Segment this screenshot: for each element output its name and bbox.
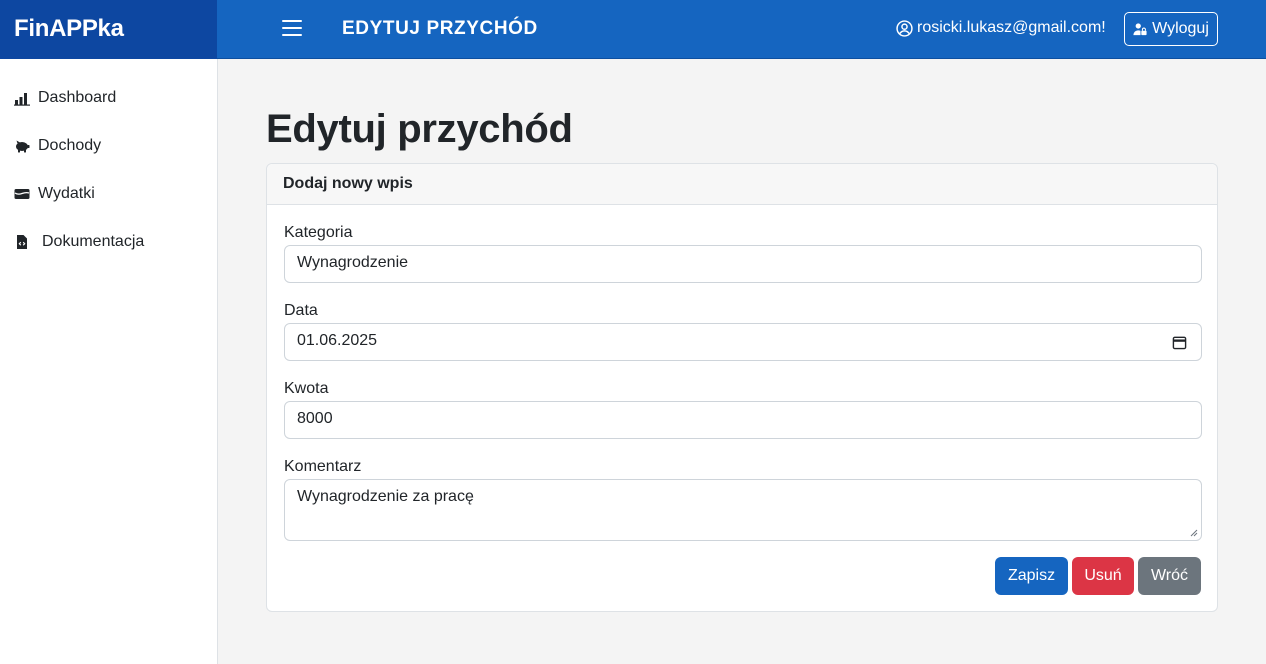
sidebar-item-wydatki[interactable]: Wydatki [14,182,95,206]
category-input[interactable]: Wynagrodzenie [284,245,1202,283]
save-button[interactable]: Zapisz [995,557,1068,595]
menu-toggle-icon[interactable] [278,17,306,41]
file-code-icon [17,235,27,249]
edit-income-card: Dodaj nowy wpis Kategoria Wynagrodzenie … [266,163,1218,612]
sidebar-item-label: Wydatki [38,185,95,202]
wallet-icon [14,189,30,199]
date-input[interactable]: 01.06.2025 [284,323,1202,361]
card-header: Dodaj nowy wpis [267,164,1217,205]
logout-button[interactable]: Wyloguj [1124,12,1218,46]
user-lock-icon [1133,23,1147,36]
comment-textarea[interactable]: Wynagrodzenie za pracę [284,479,1202,541]
back-button[interactable]: Wróć [1138,557,1201,595]
sidebar-item-dashboard[interactable]: Dashboard [14,86,116,110]
date-value: 01.06.2025 [297,332,378,349]
header-title: EDYTUJ PRZYCHÓD [342,18,538,39]
category-label: Kategoria [284,224,353,241]
resize-grip-icon[interactable] [1190,529,1198,537]
comment-label: Komentarz [284,458,362,475]
amount-input[interactable]: 8000 [284,401,1202,439]
user-email-text: rosicki.lukasz@gmail.com! [917,19,1106,36]
calendar-icon[interactable] [1172,335,1187,350]
category-value: Wynagrodzenie [297,254,409,271]
sidebar-item-label: Dashboard [38,89,117,106]
sidebar-item-dokumentacja[interactable]: Dokumentacja [14,230,144,254]
date-label: Data [284,302,318,319]
piggy-bank-icon [16,140,30,153]
user-info: rosicki.lukasz@gmail.com! [896,19,1106,37]
brand-logo[interactable]: FinAPPka [0,0,217,59]
amount-value: 8000 [297,410,333,427]
comment-value: Wynagrodzenie za pracę [297,488,474,505]
top-navbar: FinAPPka EDYTUJ PRZYCHÓD rosicki.lukasz@… [0,0,1266,59]
delete-button[interactable]: Usuń [1072,557,1134,595]
logout-label: Wyloguj [1152,20,1209,37]
page-title: Edytuj przychód [266,107,573,151]
sidebar: Dashboard Dochody Wydatki Dokumentacja [0,59,218,664]
sidebar-item-label: Dochody [38,137,102,154]
sidebar-item-dochody[interactable]: Dochody [14,134,101,158]
amount-label: Kwota [284,380,329,397]
bar-chart-icon [14,93,30,106]
user-circle-icon [896,19,913,37]
sidebar-item-label: Dokumentacja [42,233,145,250]
